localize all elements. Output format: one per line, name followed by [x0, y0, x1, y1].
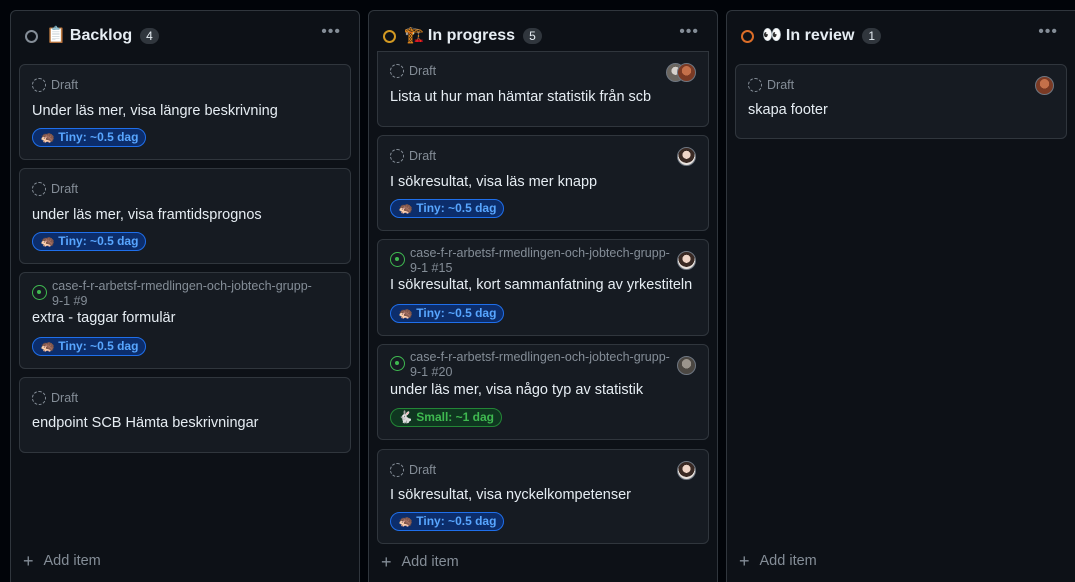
status-ring-icon [741, 29, 754, 43]
card[interactable]: Draft endpoint SCB Hämta beskrivningar [19, 377, 351, 453]
column-header: 👀 In review 1 [727, 11, 1075, 61]
item-count-badge: 5 [523, 28, 542, 44]
draft-icon [32, 391, 46, 405]
eyes-icon: 👀 [762, 27, 782, 44]
add-item-button[interactable]: + Add item [23, 551, 101, 571]
open-issue-icon [390, 356, 405, 371]
draft-label: Draft [767, 78, 795, 92]
card-title[interactable]: Lista ut hur man hämtar statistik från s… [390, 89, 651, 105]
avatar[interactable] [1035, 76, 1054, 95]
open-issue-icon [390, 252, 405, 267]
draft-label: Draft [51, 391, 79, 405]
card[interactable]: Draft under läs mer, visa framtidsprogno… [19, 168, 351, 264]
column-menu-button[interactable]: ••• [1038, 24, 1058, 40]
card[interactable]: Draft Under läs mer, visa längre beskriv… [19, 64, 351, 160]
column-menu-button[interactable]: ••• [321, 24, 341, 40]
card-meta: Draft [748, 77, 794, 93]
draft-icon [748, 78, 762, 92]
card-title[interactable]: endpoint SCB Hämta beskrivningar [32, 415, 258, 431]
card-meta: Draft [32, 390, 78, 406]
size-label[interactable]: 🐇 Small: ~1 dag [390, 408, 502, 427]
card[interactable]: Draft I sökresultat, visa läs mer knapp … [377, 135, 709, 231]
draft-label: Draft [409, 149, 437, 163]
card[interactable]: Draft I sökresultat, visa nyckelkompeten… [377, 449, 709, 544]
card[interactable]: Draft skapa footer [735, 64, 1067, 139]
column-in-review: 👀 In review 1 ••• Draft skapa footer + A… [726, 10, 1075, 582]
avatar [677, 63, 696, 82]
column-title: Backlog [69, 27, 133, 44]
plus-icon: + [23, 551, 34, 571]
draft-icon [390, 64, 404, 78]
draft-label: Draft [51, 182, 79, 196]
add-item-label: Add item [43, 553, 101, 569]
draft-icon [390, 149, 404, 163]
size-label[interactable]: 🦔 Tiny: ~0.5 dag [390, 304, 505, 323]
avatar[interactable] [677, 147, 696, 166]
assignee-avatars[interactable] [666, 63, 696, 82]
avatar[interactable] [677, 356, 696, 375]
project-board: 📋 Backlog 4 ••• Draft Under läs mer, vis… [0, 0, 1075, 582]
draft-icon [390, 463, 404, 477]
plus-icon: + [739, 551, 750, 571]
size-label[interactable]: 🦔 Tiny: ~0.5 dag [32, 232, 147, 251]
column-backlog: 📋 Backlog 4 ••• Draft Under läs mer, vis… [10, 10, 360, 582]
card-meta: Draft [32, 77, 78, 93]
card-title[interactable]: under läs mer, visa framtidsprognos [32, 207, 262, 223]
card-meta: Draft [32, 181, 78, 197]
size-label[interactable]: 🦔 Tiny: ~0.5 dag [32, 337, 147, 356]
avatar[interactable] [677, 461, 696, 480]
repo-link[interactable]: case-f-r-arbetsf-rmedlingen-och-jobtech-… [410, 246, 670, 276]
card-title[interactable]: I sökresultat, visa nyckelkompetenser [390, 487, 631, 503]
card-meta: case-f-r-arbetsf-rmedlingen-och-jobtech-… [32, 279, 312, 309]
size-label[interactable]: 🦔 Tiny: ~0.5 dag [32, 128, 147, 147]
card[interactable]: case-f-r-arbetsf-rmedlingen-och-jobtech-… [377, 239, 709, 336]
draft-label: Draft [409, 64, 437, 78]
draft-icon [32, 78, 46, 92]
open-issue-icon [32, 285, 47, 300]
column-menu-button[interactable]: ••• [679, 24, 699, 40]
add-item-label: Add item [759, 553, 817, 569]
card-meta: case-f-r-arbetsf-rmedlingen-och-jobtech-… [390, 350, 670, 380]
draft-label: Draft [51, 78, 79, 92]
item-count-badge: 1 [862, 28, 882, 44]
card[interactable]: Draft Lista ut hur man hämtar statistik … [377, 51, 709, 127]
card-title[interactable]: I sökresultat, visa läs mer knapp [390, 174, 597, 190]
item-count-badge: 4 [140, 28, 159, 44]
column-header: 📋 Backlog 4 [11, 11, 359, 61]
status-ring-icon [383, 29, 396, 43]
draft-label: Draft [409, 463, 437, 477]
avatar[interactable] [677, 251, 696, 270]
add-item-label: Add item [401, 554, 459, 570]
card-title[interactable]: extra - taggar formulär [32, 310, 175, 326]
column-title: In progress [427, 27, 516, 44]
card[interactable]: case-f-r-arbetsf-rmedlingen-och-jobtech-… [19, 272, 351, 369]
card-title[interactable]: I sökresultat, kort sammanfatning av yrk… [390, 277, 692, 293]
clipboard-icon: 📋 [46, 27, 66, 44]
add-item-button[interactable]: + Add item [739, 551, 817, 571]
add-item-button[interactable]: + Add item [381, 552, 459, 572]
draft-icon [32, 182, 46, 196]
card[interactable]: case-f-r-arbetsf-rmedlingen-och-jobtech-… [377, 344, 709, 440]
card-meta: Draft [390, 148, 436, 164]
size-label[interactable]: 🦔 Tiny: ~0.5 dag [390, 199, 505, 218]
card-meta: Draft [390, 462, 436, 478]
column-title: In review [785, 27, 855, 44]
card-meta: case-f-r-arbetsf-rmedlingen-och-jobtech-… [390, 246, 670, 276]
card-title[interactable]: skapa footer [748, 102, 828, 118]
construction-crane-icon: 🏗️ [404, 27, 424, 44]
status-ring-icon [25, 29, 38, 43]
card-title[interactable]: Under läs mer, visa längre beskrivning [32, 103, 278, 119]
repo-link[interactable]: case-f-r-arbetsf-rmedlingen-och-jobtech-… [52, 279, 312, 309]
column-in-progress: 🏗️ In progress 5 ••• Draft Lista ut hur … [368, 10, 718, 582]
repo-link[interactable]: case-f-r-arbetsf-rmedlingen-och-jobtech-… [410, 350, 670, 380]
plus-icon: + [381, 552, 392, 572]
size-label[interactable]: 🦔 Tiny: ~0.5 dag [390, 512, 505, 531]
card-title[interactable]: under läs mer, visa någo typ av statisti… [390, 382, 643, 398]
card-meta: Draft [390, 63, 436, 79]
